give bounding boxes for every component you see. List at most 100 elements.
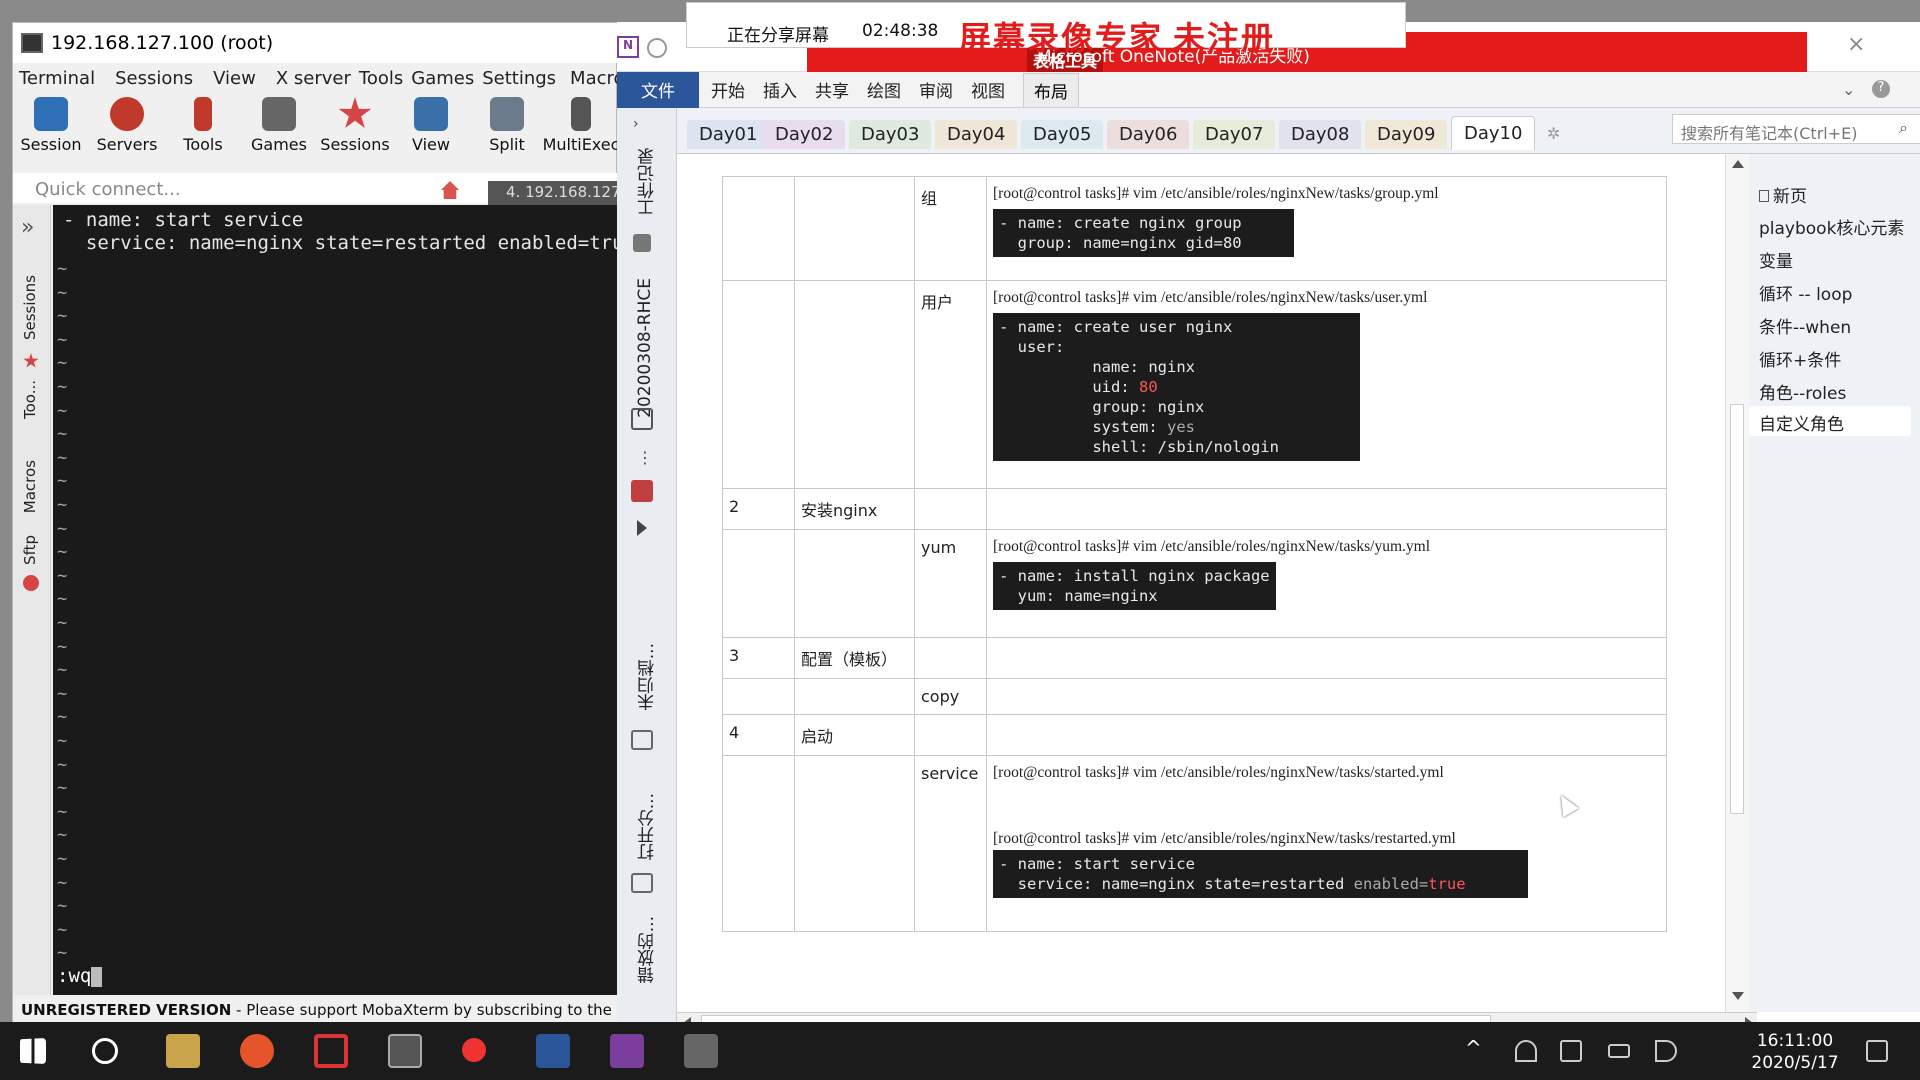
ribbon-collapse-icon[interactable]: ⌄ — [1842, 80, 1855, 99]
play-icon[interactable] — [637, 520, 647, 536]
page-item[interactable]: 变量 — [1759, 247, 1793, 272]
menu-view[interactable]: View — [213, 68, 256, 89]
search-icon[interactable]: ⌕ — [1899, 118, 1908, 138]
notebook-open-sections[interactable]: 打开分... — [635, 793, 660, 860]
page-item[interactable]: 角色--roles — [1759, 379, 1846, 404]
notification-icon[interactable] — [1866, 1040, 1888, 1062]
servers-button[interactable]: Servers — [89, 93, 165, 154]
cell-content[interactable]: [root@control tasks]# vim /etc/ansible/r… — [986, 529, 1667, 638]
file-explorer-icon[interactable] — [166, 1034, 200, 1068]
cell-task[interactable]: service — [914, 755, 987, 932]
terminal-screen[interactable]: - name: start service service: name=ngin… — [53, 205, 618, 997]
menu-settings[interactable]: Settings — [482, 68, 556, 89]
tab-draw[interactable]: 绘图 — [867, 77, 901, 102]
page-item[interactable]: 循环 -- loop — [1759, 280, 1852, 305]
taskbar-app-icon[interactable] — [314, 1034, 348, 1068]
notebook-section-work[interactable]: 工作记录 — [635, 148, 660, 216]
view-button[interactable]: View — [393, 93, 469, 154]
cell-step-number[interactable]: 2 — [722, 488, 795, 530]
scroll-thumb[interactable] — [1730, 404, 1744, 814]
section-tab[interactable]: Day04 — [935, 120, 1018, 149]
section-tab[interactable]: Day03 — [849, 120, 932, 149]
games-button[interactable]: Games — [241, 93, 317, 154]
section-tab[interactable]: Day02 — [763, 120, 846, 149]
tray-chevron-icon[interactable]: ^ — [1465, 1036, 1482, 1060]
multiexec-button[interactable]: MultiExec — [543, 93, 619, 154]
back-icon[interactable] — [647, 38, 667, 58]
tab-share[interactable]: 共享 — [815, 77, 849, 102]
cell-task[interactable]: 组 — [914, 176, 987, 281]
page-new[interactable]: 新页 — [1759, 182, 1807, 207]
page-item[interactable]: 循环+条件 — [1759, 346, 1841, 371]
section-tab-active[interactable]: Day10 — [1451, 116, 1536, 150]
tab-review[interactable]: 审阅 — [919, 77, 953, 102]
tab-home[interactable]: 开始 — [711, 77, 745, 102]
sidebar-macros[interactable]: Macros — [21, 460, 39, 513]
sessions-button[interactable]: Sessions — [317, 93, 393, 154]
session-tab[interactable]: 4. 192.168.127.100 — [488, 181, 628, 205]
section-tab[interactable]: Day07 — [1193, 120, 1276, 149]
tray-app-icon[interactable] — [1560, 1040, 1582, 1062]
search-input[interactable]: 搜索所有笔记本(Ctrl+E) — [1672, 114, 1920, 144]
add-section-icon[interactable]: ✲ — [1547, 124, 1560, 143]
menu-sessions[interactable]: Sessions — [115, 68, 193, 89]
onenote-taskbar-icon[interactable] — [610, 1034, 644, 1068]
section-tab[interactable]: Day09 — [1365, 120, 1448, 149]
section-tab[interactable]: Day05 — [1021, 120, 1104, 149]
page-item[interactable]: 条件--when — [1759, 313, 1851, 338]
scroll-down-icon[interactable] — [1732, 992, 1744, 1000]
note-page[interactable]: 组 [root@control tasks]# vim /etc/ansible… — [677, 154, 1727, 1012]
cell-step[interactable]: 配置（模板） — [794, 637, 915, 679]
firefox-icon[interactable] — [240, 1034, 274, 1068]
battery-icon[interactable] — [1608, 1044, 1630, 1058]
cell-step[interactable]: 安装nginx — [794, 488, 915, 530]
tab-insert[interactable]: 插入 — [763, 77, 797, 102]
tab-view[interactable]: 视图 — [971, 77, 1005, 102]
notebook-unfiled[interactable]: 未归档... — [635, 643, 660, 710]
tab-layout[interactable]: 布局 — [1023, 72, 1079, 107]
page-item[interactable]: playbook核心元素 — [1759, 214, 1904, 239]
scroll-up-icon[interactable] — [1732, 160, 1744, 168]
tools-button[interactable]: Tools — [165, 93, 241, 154]
cortana-icon[interactable] — [92, 1038, 118, 1064]
sidebar-tools[interactable]: Too... — [21, 380, 39, 419]
help-icon[interactable]: ? — [1872, 80, 1890, 98]
sidebar-sessions[interactable]: Sessions — [21, 275, 39, 340]
section-tab[interactable]: Day06 — [1107, 120, 1190, 149]
cell-task[interactable]: copy — [914, 678, 987, 715]
qq-icon[interactable] — [462, 1038, 486, 1062]
cell-content[interactable]: [root@control tasks]# vim /etc/ansible/r… — [986, 755, 1667, 932]
cell-step[interactable]: 启动 — [794, 714, 915, 756]
vertical-scrollbar[interactable] — [1725, 154, 1749, 1012]
tab-file[interactable]: 文件 — [617, 71, 699, 108]
tray-clock[interactable]: 16:11:00 2020/5/17 — [1740, 1030, 1850, 1074]
notebook-name[interactable]: 20200308-RHCE — [635, 278, 655, 418]
cell-content[interactable]: [root@control tasks]# vim /etc/ansible/r… — [986, 280, 1667, 489]
expand-sidebar-icon[interactable]: » — [21, 215, 34, 240]
screen-recorder-icon[interactable] — [684, 1034, 718, 1068]
section-tab[interactable]: Day08 — [1279, 120, 1362, 149]
cell-step-number[interactable]: 4 — [722, 714, 795, 756]
cell-content[interactable]: [root@control tasks]# vim /etc/ansible/r… — [986, 176, 1667, 281]
menu-tools[interactable]: Tools — [359, 68, 403, 89]
nav-expand-icon[interactable]: › — [633, 116, 639, 132]
session-button[interactable]: Session — [13, 93, 89, 154]
split-button[interactable]: Split — [469, 93, 545, 154]
menu-xserver[interactable]: X server — [276, 68, 351, 89]
mobaxterm-taskbar-icon[interactable] — [388, 1034, 422, 1068]
word-icon[interactable] — [536, 1034, 570, 1068]
notebook-misplaced[interactable]: 错放的... — [635, 916, 660, 983]
menu-terminal[interactable]: Terminal — [19, 68, 95, 89]
page-item-active[interactable]: 自定义角色 — [1749, 406, 1911, 436]
cell-task[interactable]: 用户 — [914, 280, 987, 489]
windows-start-icon[interactable] — [20, 1038, 46, 1064]
volume-icon[interactable] — [1655, 1040, 1677, 1062]
section-tab[interactable]: Day01 — [687, 120, 770, 149]
close-icon[interactable]: × — [1847, 32, 1865, 57]
more-icon[interactable]: ⋮ — [637, 448, 653, 467]
menu-games[interactable]: Games — [411, 68, 474, 89]
wifi-icon[interactable] — [1515, 1040, 1537, 1062]
cell-task[interactable]: yum — [914, 529, 987, 638]
sidebar-sftp[interactable]: Sftp — [21, 535, 39, 565]
cell-step-number[interactable]: 3 — [722, 637, 795, 679]
